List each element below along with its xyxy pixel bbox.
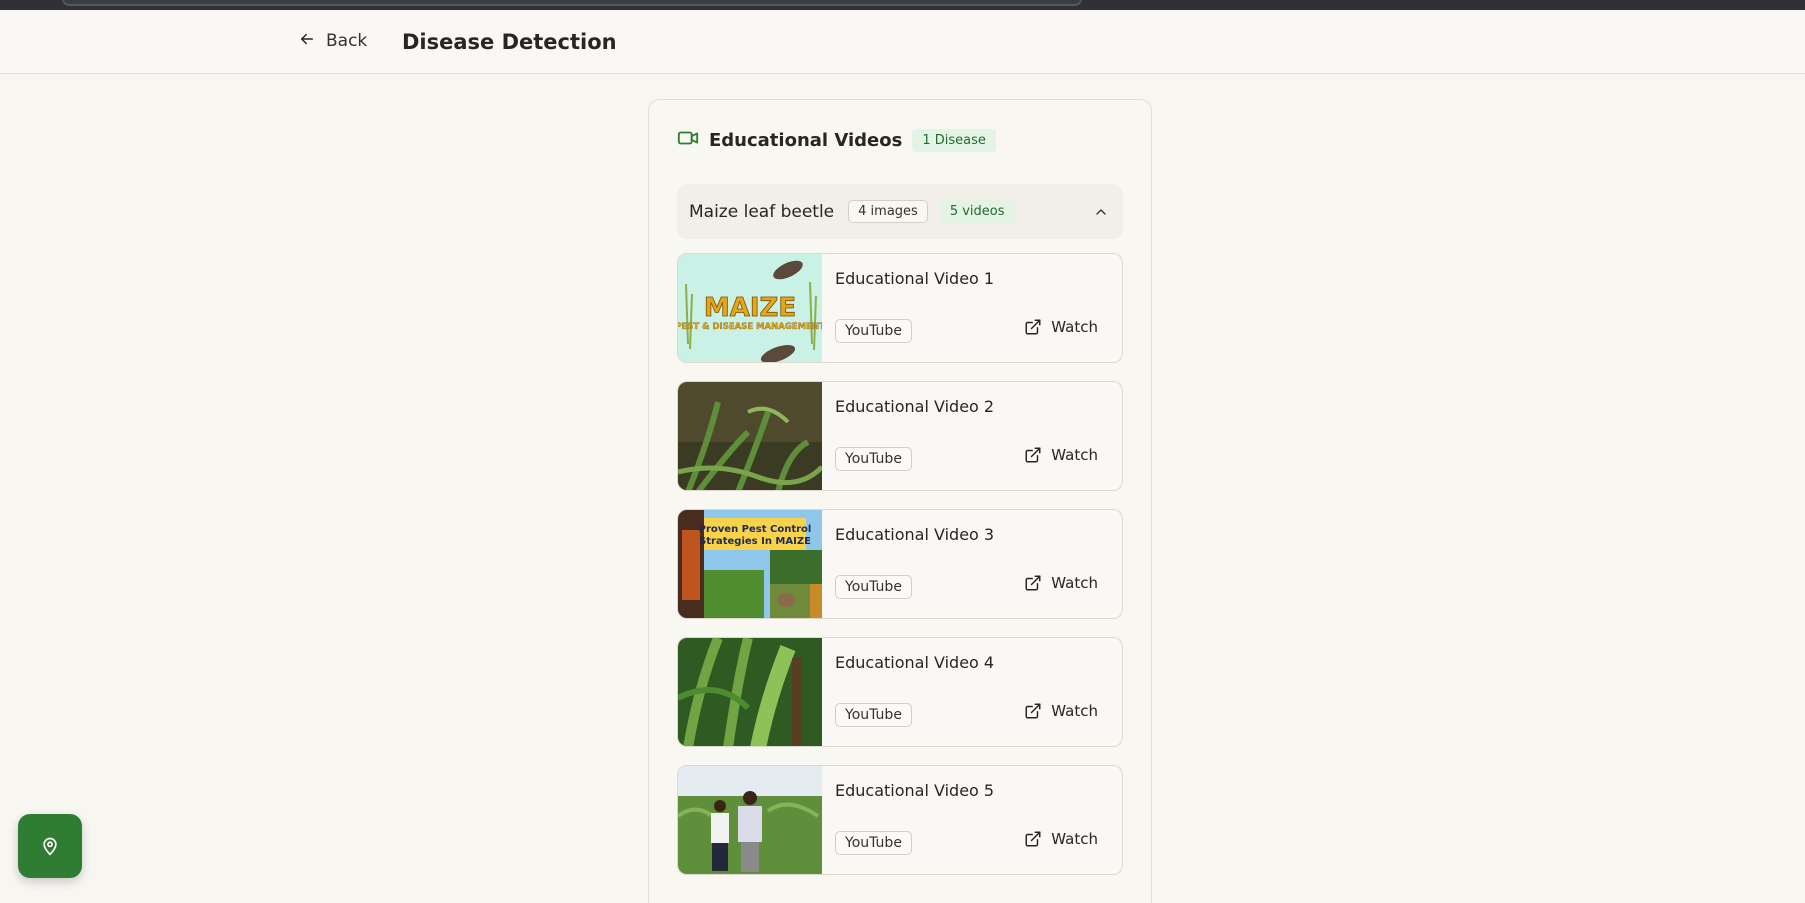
external-link-icon <box>1025 831 1041 847</box>
thumb-text-1: Proven Pest Control <box>699 524 812 535</box>
videos-count-badge: 5 videos <box>939 200 1015 223</box>
video-card[interactable]: Educational Video 2 YouTube Watch <box>677 381 1123 491</box>
source-badge: YouTube <box>835 447 912 471</box>
external-link-icon <box>1025 319 1041 335</box>
panel-title: Educational Videos <box>709 129 903 151</box>
disease-count-badge: 1 Disease <box>912 128 996 152</box>
watch-button[interactable]: Watch <box>1024 830 1098 848</box>
video-thumbnail[interactable] <box>678 766 822 874</box>
video-card[interactable]: MAIZE PEST & DISEASE MANAGEMENT Educatio… <box>677 253 1123 363</box>
educational-videos-panel: Educational Videos 1 Disease Maize leaf … <box>648 99 1152 903</box>
video-card[interactable]: Educational Video 5 YouTube Watch <box>677 765 1123 875</box>
video-title: Educational Video 1 <box>835 269 995 288</box>
watch-button[interactable]: Watch <box>1024 318 1098 336</box>
external-link-icon <box>1025 703 1041 719</box>
external-link-icon <box>1025 447 1041 463</box>
chevron-up-icon[interactable] <box>1093 204 1109 220</box>
page-header: Back Disease Detection <box>0 10 1805 74</box>
watch-button[interactable]: Watch <box>1024 446 1098 464</box>
external-link-icon <box>1025 575 1041 591</box>
watch-button[interactable]: Watch <box>1024 574 1098 592</box>
panel-heading: Educational Videos 1 Disease <box>677 127 996 153</box>
video-card[interactable]: Proven Pest Control Strategies In MAIZE … <box>677 509 1123 619</box>
video-title: Educational Video 4 <box>835 653 995 672</box>
watch-label: Watch <box>1051 446 1098 464</box>
thumb-text-2: PEST & DISEASE MANAGEMENT <box>678 322 822 332</box>
browser-top-strip <box>0 0 1805 10</box>
watch-label: Watch <box>1051 574 1098 592</box>
watch-label: Watch <box>1051 830 1098 848</box>
images-count-badge: 4 images <box>848 200 928 223</box>
back-button[interactable]: Back <box>298 27 367 55</box>
source-badge: YouTube <box>835 319 912 343</box>
map-pin-icon <box>43 837 57 856</box>
source-badge: YouTube <box>835 575 912 599</box>
video-camera-icon <box>677 127 699 153</box>
watch-button[interactable]: Watch <box>1024 702 1098 720</box>
video-thumbnail[interactable] <box>678 638 822 746</box>
page-title: Disease Detection <box>402 30 617 54</box>
source-badge: YouTube <box>835 703 912 727</box>
back-label: Back <box>326 31 368 51</box>
video-thumbnail[interactable]: MAIZE PEST & DISEASE MANAGEMENT <box>678 254 822 362</box>
address-bar <box>62 0 1082 6</box>
arrow-left-icon <box>298 30 316 53</box>
video-card[interactable]: Educational Video 4 YouTube Watch <box>677 637 1123 747</box>
video-title: Educational Video 5 <box>835 781 995 800</box>
thumb-text-1: MAIZE <box>704 293 796 323</box>
disease-name: Maize leaf beetle <box>689 201 835 222</box>
location-button[interactable] <box>18 814 82 878</box>
source-badge: YouTube <box>835 831 912 855</box>
video-title: Educational Video 2 <box>835 397 995 416</box>
video-thumbnail[interactable]: Proven Pest Control Strategies In MAIZE <box>678 510 822 618</box>
video-title: Educational Video 3 <box>835 525 995 544</box>
watch-label: Watch <box>1051 318 1098 336</box>
watch-label: Watch <box>1051 702 1098 720</box>
thumb-text-2: Strategies In MAIZE <box>699 536 811 547</box>
video-thumbnail[interactable] <box>678 382 822 490</box>
disease-accordion-header[interactable]: Maize leaf beetle 4 images 5 videos <box>677 184 1123 239</box>
